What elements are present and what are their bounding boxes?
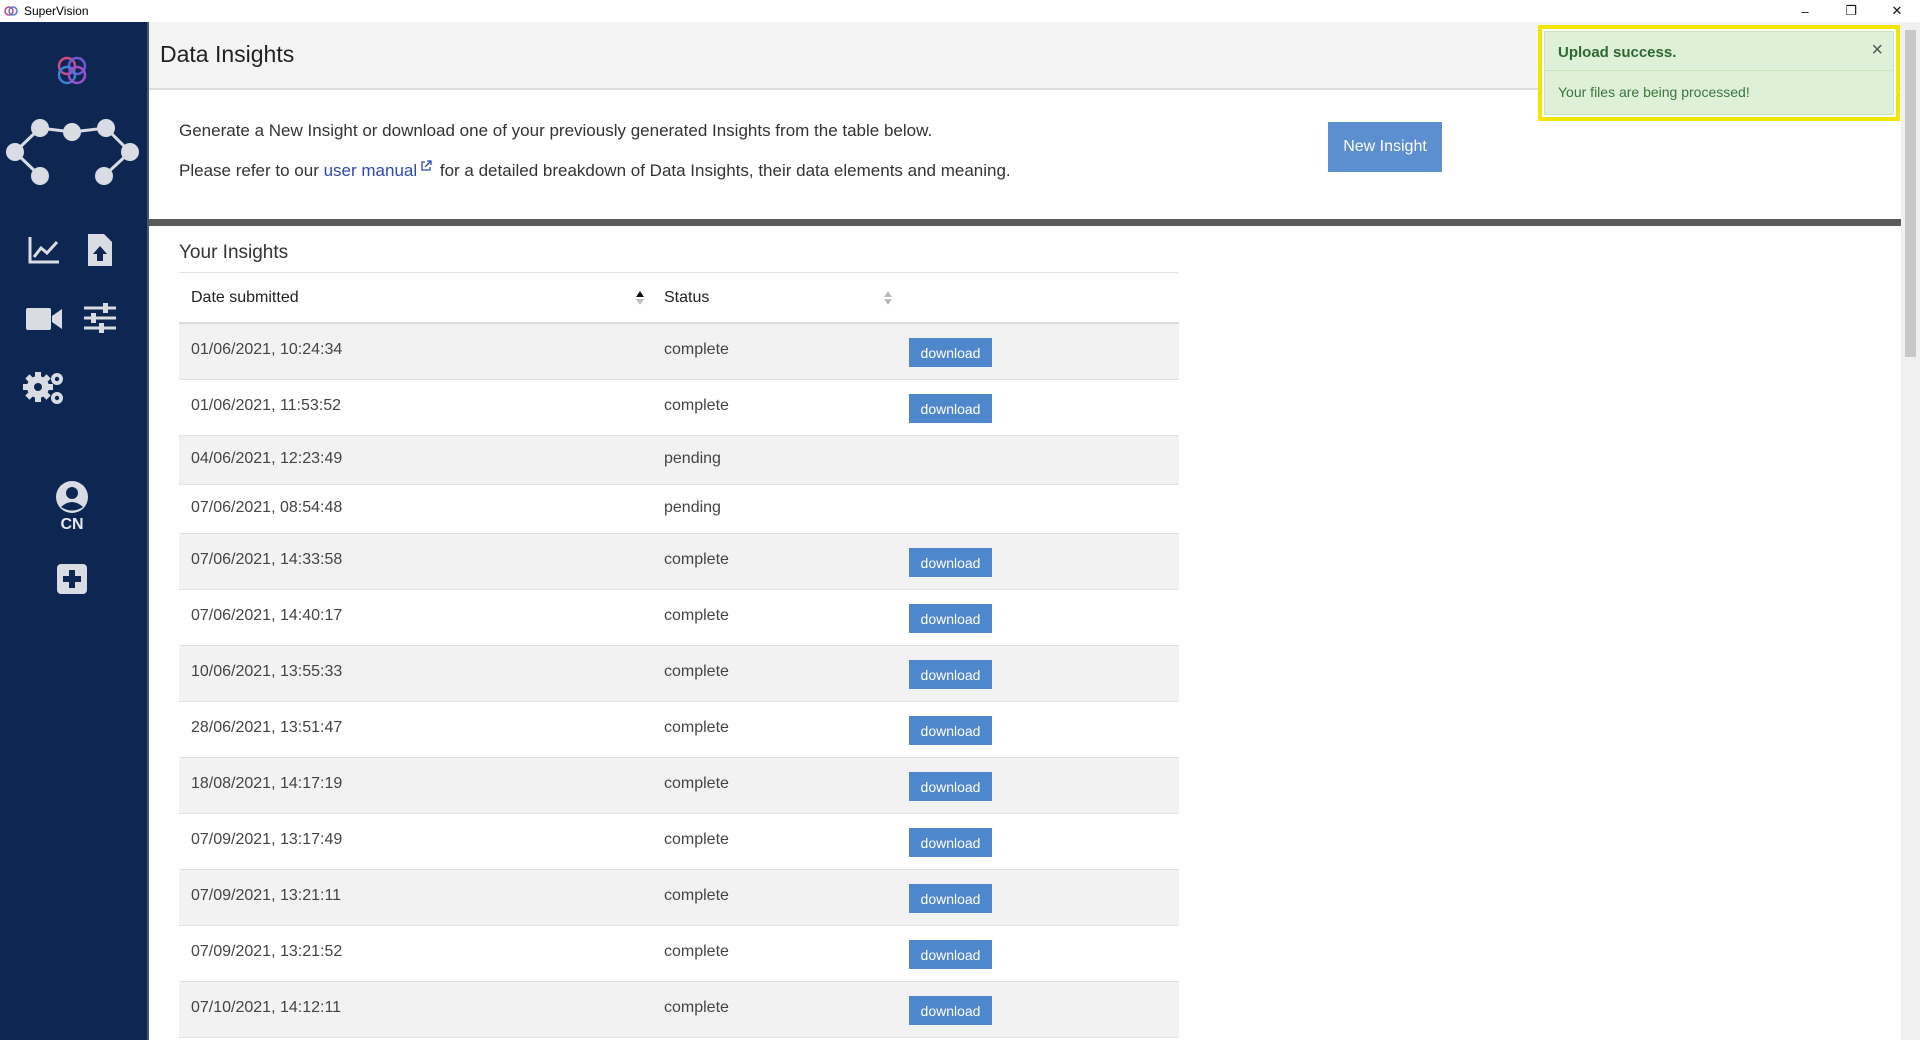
download-button[interactable]: download bbox=[909, 394, 992, 423]
cell-date-submitted: 28/06/2021, 13:51:47 bbox=[191, 719, 343, 736]
cell-date-submitted: 07/09/2021, 13:17:49 bbox=[191, 831, 343, 848]
table-row: 07/06/2021, 14:33:58 complete download bbox=[179, 534, 1179, 590]
table-row: 07/10/2021, 14:12:11 complete download bbox=[179, 982, 1179, 1038]
brand-logo-icon[interactable] bbox=[52, 50, 92, 90]
minimize-button[interactable]: – bbox=[1782, 0, 1828, 22]
user-manual-link[interactable]: user manual bbox=[324, 161, 418, 180]
toast-close-icon[interactable]: × bbox=[1871, 39, 1883, 62]
page-title: Data Insights bbox=[160, 41, 295, 67]
upload-success-toast: Upload success. × Your files are being p… bbox=[1544, 31, 1894, 115]
table-row: 18/08/2021, 14:17:19 complete download bbox=[179, 758, 1179, 814]
column-header-date[interactable]: Date submitted bbox=[191, 289, 299, 307]
cell-status: complete bbox=[664, 341, 729, 358]
cell-status: complete bbox=[664, 397, 729, 414]
toast-message: Your files are being processed! bbox=[1558, 84, 1750, 100]
cell-status: complete bbox=[664, 775, 729, 792]
intro-line-2-end: for a detailed breakdown of Data Insight… bbox=[435, 161, 1011, 180]
intro-text: Generate a New Insight or download one o… bbox=[179, 120, 1011, 182]
file-upload-icon[interactable] bbox=[80, 230, 120, 270]
cell-date-submitted: 18/08/2021, 14:17:19 bbox=[191, 775, 343, 792]
column-header-status[interactable]: Status bbox=[664, 289, 709, 307]
cell-status: pending bbox=[664, 499, 721, 516]
network-icon[interactable] bbox=[2, 112, 142, 190]
cell-status: complete bbox=[664, 663, 729, 680]
download-button[interactable]: download bbox=[909, 548, 992, 577]
download-button[interactable]: download bbox=[909, 604, 992, 633]
cell-status: complete bbox=[664, 943, 729, 960]
cell-date-submitted: 07/10/2021, 14:12:11 bbox=[191, 999, 342, 1016]
cell-status: complete bbox=[664, 607, 729, 624]
cell-status: pending bbox=[664, 450, 721, 467]
table-row: 07/09/2021, 13:17:49 complete download bbox=[179, 814, 1179, 870]
gears-icon[interactable] bbox=[22, 368, 68, 408]
cell-date-submitted: 10/06/2021, 13:55:33 bbox=[191, 663, 343, 680]
download-button[interactable]: download bbox=[909, 338, 992, 367]
chart-icon[interactable] bbox=[24, 232, 64, 268]
cell-date-submitted: 07/06/2021, 14:40:17 bbox=[191, 607, 343, 624]
cell-status: complete bbox=[664, 887, 729, 904]
download-button[interactable]: download bbox=[909, 716, 992, 745]
restore-button[interactable]: ❐ bbox=[1828, 0, 1874, 22]
cell-date-submitted: 07/09/2021, 13:21:11 bbox=[191, 887, 342, 904]
toast-header: Upload success. × bbox=[1545, 32, 1893, 71]
external-link-icon bbox=[421, 160, 432, 171]
table-row: 07/09/2021, 13:21:52 complete download bbox=[179, 926, 1179, 982]
download-button[interactable]: download bbox=[909, 828, 992, 857]
insights-section-title: Your Insights bbox=[179, 242, 289, 263]
window-title: SuperVision bbox=[24, 4, 89, 18]
plus-square-icon[interactable] bbox=[54, 561, 90, 597]
cell-date-submitted: 01/06/2021, 11:53:52 bbox=[191, 397, 342, 414]
download-button[interactable]: download bbox=[909, 884, 992, 913]
insights-table: Date submitted Status 01/06/2021, 10:24:… bbox=[179, 272, 1179, 1038]
download-button[interactable]: download bbox=[909, 660, 992, 689]
scrollbar-thumb[interactable] bbox=[1905, 30, 1916, 357]
video-icon[interactable] bbox=[22, 302, 66, 336]
user-initials[interactable]: CN bbox=[0, 516, 144, 534]
download-button[interactable]: download bbox=[909, 772, 992, 801]
page-scrollbar[interactable] bbox=[1901, 22, 1920, 1040]
table-row: 07/09/2021, 13:21:11 complete download bbox=[179, 870, 1179, 926]
cell-date-submitted: 01/06/2021, 10:24:34 bbox=[191, 341, 343, 358]
table-row: 04/06/2021, 12:23:49 pending bbox=[179, 436, 1179, 485]
table-row: 07/06/2021, 08:54:48 pending bbox=[179, 485, 1179, 534]
sidebar-divider bbox=[147, 22, 149, 1040]
sliders-icon[interactable] bbox=[80, 300, 120, 336]
cell-date-submitted: 07/06/2021, 14:33:58 bbox=[191, 551, 343, 568]
window-close-button[interactable]: ✕ bbox=[1874, 0, 1920, 22]
section-divider bbox=[149, 219, 1901, 226]
cell-status: complete bbox=[664, 999, 729, 1016]
cell-date-submitted: 04/06/2021, 12:23:49 bbox=[191, 450, 343, 467]
sort-unsorted-icon[interactable] bbox=[883, 290, 893, 306]
cell-date-submitted: 07/09/2021, 13:21:52 bbox=[191, 943, 343, 960]
window-titlebar: SuperVision – ❐ ✕ bbox=[0, 0, 1920, 22]
cell-status: complete bbox=[664, 719, 729, 736]
cell-status: complete bbox=[664, 551, 729, 568]
window-controls: – ❐ ✕ bbox=[1782, 0, 1920, 22]
intro-line-2: Please refer to our user manual for a de… bbox=[179, 160, 1011, 182]
table-row: 01/06/2021, 11:53:52 complete download bbox=[179, 380, 1179, 436]
toast-title: Upload success. bbox=[1558, 44, 1677, 61]
intro-line-1: Generate a New Insight or download one o… bbox=[179, 121, 933, 140]
user-icon[interactable] bbox=[52, 478, 92, 516]
intro-line-2-start: Please refer to our bbox=[179, 161, 324, 180]
download-button[interactable]: download bbox=[909, 996, 992, 1025]
table-row: 10/06/2021, 13:55:33 complete download bbox=[179, 646, 1179, 702]
cell-date-submitted: 07/06/2021, 08:54:48 bbox=[191, 499, 343, 516]
new-insight-button[interactable]: New Insight bbox=[1328, 122, 1442, 172]
sort-ascending-icon[interactable] bbox=[635, 290, 645, 306]
cell-status: complete bbox=[664, 831, 729, 848]
table-header: Date submitted Status bbox=[179, 272, 1179, 324]
table-row: 28/06/2021, 13:51:47 complete download bbox=[179, 702, 1179, 758]
app-logo-icon bbox=[4, 6, 18, 16]
table-body: 01/06/2021, 10:24:34 complete download 01/0… bbox=[179, 324, 1179, 1038]
table-row: 01/06/2021, 10:24:34 complete download bbox=[179, 324, 1179, 380]
table-row: 07/06/2021, 14:40:17 complete download bbox=[179, 590, 1179, 646]
download-button[interactable]: download bbox=[909, 940, 992, 969]
